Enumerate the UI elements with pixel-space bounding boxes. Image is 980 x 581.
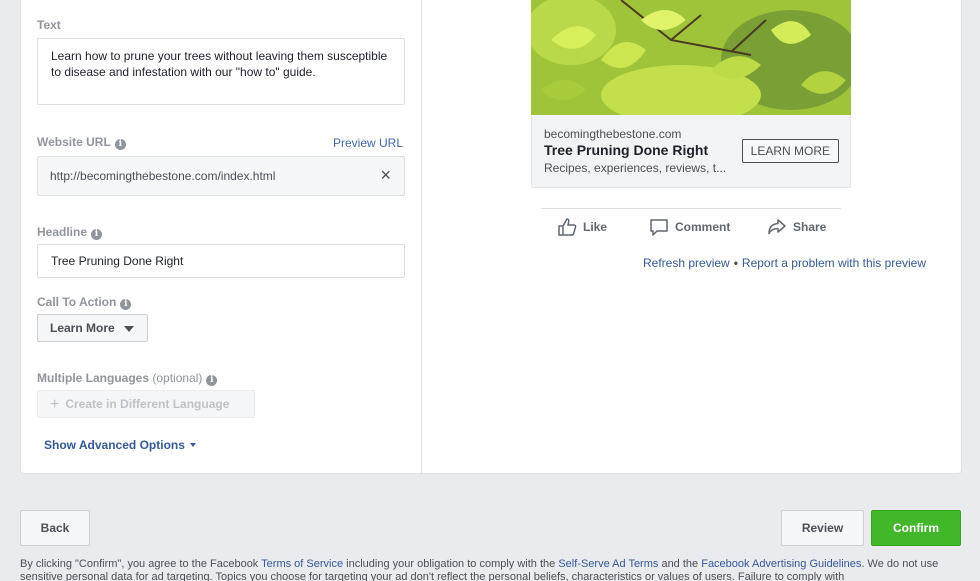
cta-dropdown-value: Learn More (50, 321, 115, 335)
share-button[interactable]: Share (767, 218, 826, 236)
actions-divider (541, 208, 841, 209)
share-label: Share (793, 220, 827, 234)
create-language-label: Create in Different Language (65, 397, 230, 411)
share-icon (768, 219, 786, 235)
languages-label: Multiple Languages (optional) i (37, 371, 218, 386)
legal-text-2: including your obligation to comply with… (343, 558, 559, 570)
languages-optional-text: (optional) (152, 371, 203, 385)
chevron-down-icon (124, 326, 134, 332)
website-url-label-text: Website URL (37, 135, 111, 149)
comment-icon (650, 219, 668, 236)
ad-description: Recipes, experiences, reviews, t... (544, 161, 727, 175)
text-input[interactable]: Learn how to prune your trees without le… (37, 38, 405, 105)
back-button[interactable]: Back (20, 510, 90, 546)
ad-image (531, 0, 851, 115)
ad-link-card[interactable]: becomingthebestone.com Tree Pruning Done… (531, 115, 851, 188)
like-icon (558, 218, 577, 236)
headline-label: Headline i (37, 225, 103, 240)
cta-label: Call To Action i (37, 295, 132, 310)
learn-more-button[interactable]: LEARN MORE (741, 139, 839, 163)
advertising-guidelines-link[interactable]: Facebook Advertising Guidelines (701, 558, 861, 570)
review-button[interactable]: Review (781, 510, 864, 546)
panel-divider (421, 0, 422, 475)
info-icon[interactable]: i (206, 375, 218, 386)
ad-domain: becomingthebestone.com (544, 127, 682, 141)
self-serve-ad-terms-link[interactable]: Self-Serve Ad Terms (558, 558, 658, 570)
info-icon[interactable]: i (114, 139, 126, 150)
separator-dot: • (733, 256, 738, 270)
legal-text: By clicking "Confirm", you agree to the … (20, 558, 960, 581)
ad-headline: Tree Pruning Done Right (544, 142, 709, 158)
advanced-label: Show Advanced Options (44, 438, 185, 452)
headline-input[interactable]: Tree Pruning Done Right (37, 244, 405, 278)
preview-url-link[interactable]: Preview URL (333, 136, 403, 150)
like-label: Like (583, 220, 608, 234)
legal-text-1: By clicking "Confirm", you agree to the … (20, 558, 262, 570)
terms-of-service-link[interactable]: Terms of Service (261, 558, 343, 570)
legal-text-3: and the (658, 558, 702, 570)
like-button[interactable]: Like (557, 218, 607, 236)
create-language-button[interactable]: + Create in Different Language (37, 390, 255, 418)
website-url-label: Website URL i (37, 135, 126, 150)
info-icon[interactable]: i (91, 229, 103, 240)
chevron-down-icon (189, 443, 196, 447)
headline-label-text: Headline (37, 225, 88, 239)
text-label: Text (37, 18, 61, 32)
report-problem-link[interactable]: Report a problem with this preview (742, 256, 926, 270)
refresh-preview-link[interactable]: Refresh preview (643, 256, 730, 270)
website-url-value: http://becomingthebestone.com/index.html (50, 169, 276, 183)
confirm-button[interactable]: Confirm (871, 510, 961, 546)
close-icon[interactable]: × (380, 157, 391, 194)
plus-icon: + (50, 396, 60, 413)
languages-label-text: Multiple Languages (37, 371, 150, 385)
info-icon[interactable]: i (120, 299, 132, 310)
comment-label: Comment (675, 220, 731, 234)
show-advanced-options-link[interactable]: Show Advanced Options (44, 438, 196, 452)
leaves-image (531, 0, 851, 115)
website-url-input[interactable]: http://becomingthebestone.com/index.html… (37, 156, 405, 196)
cta-label-text: Call To Action (37, 295, 117, 309)
comment-button[interactable]: Comment (649, 218, 730, 236)
cta-dropdown[interactable]: Learn More (37, 314, 148, 342)
preview-links: Refresh preview • Report a problem with th… (643, 256, 926, 270)
